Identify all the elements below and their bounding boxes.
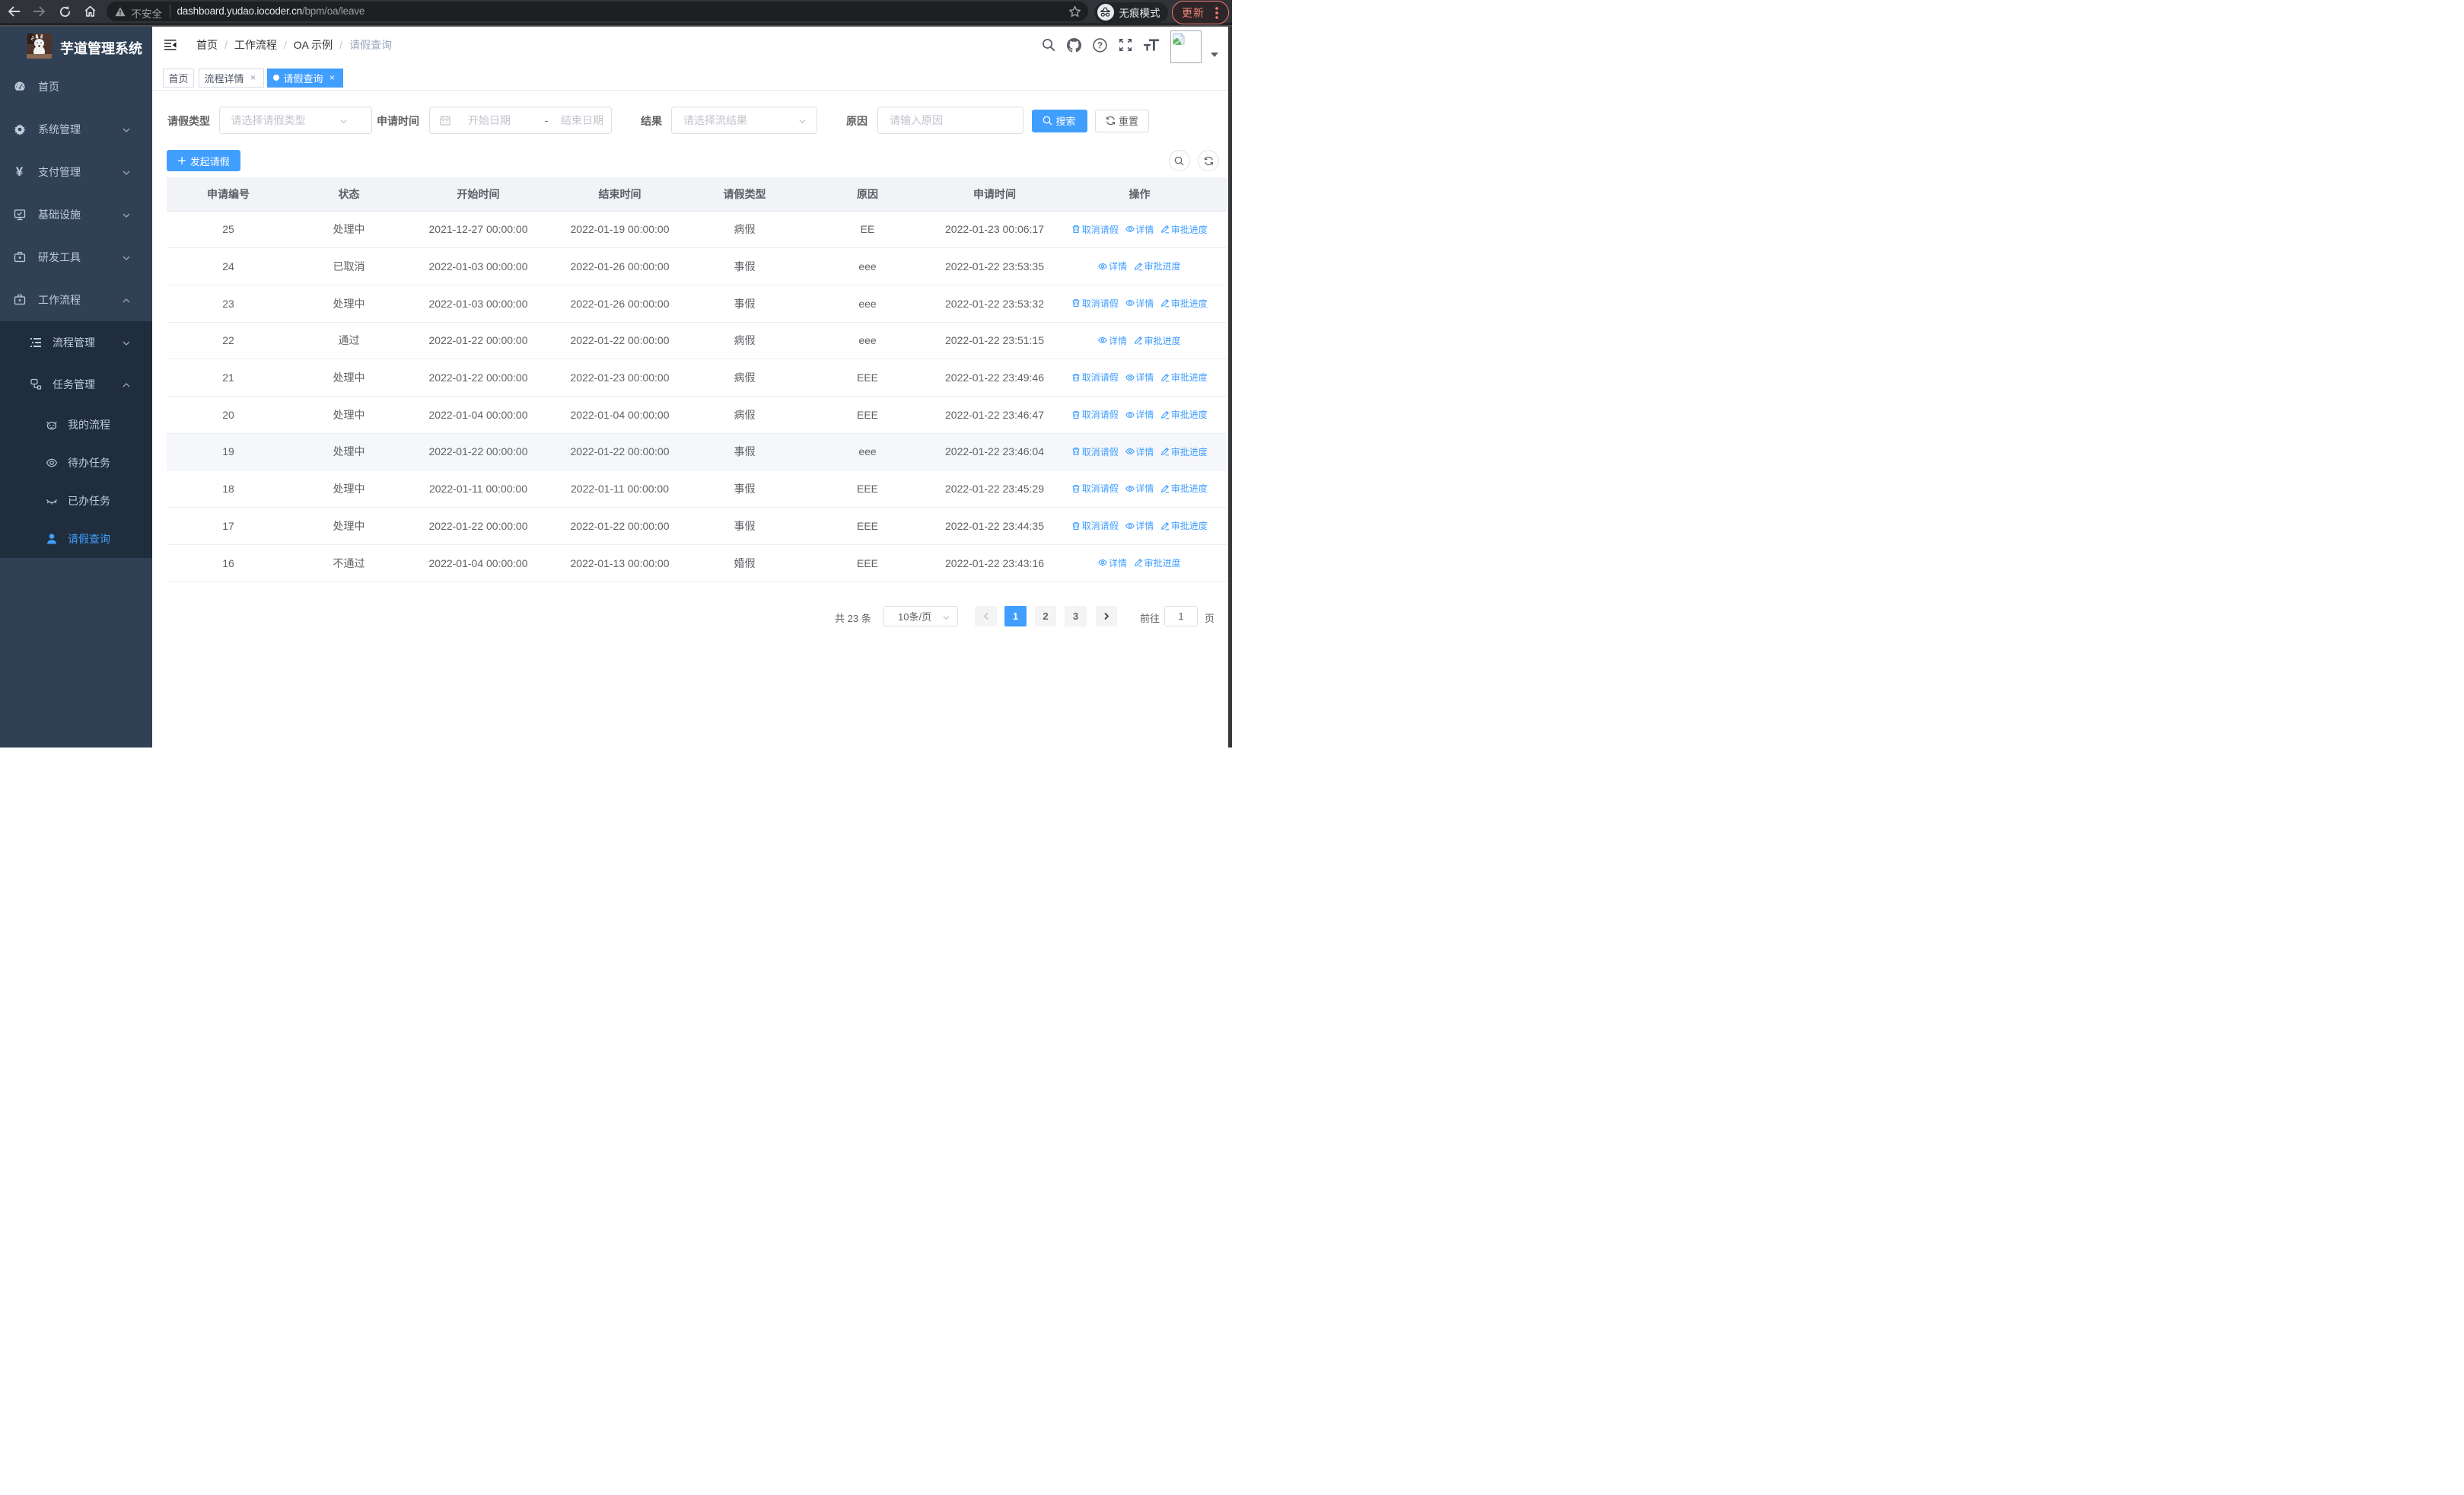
svg-text:?: ?: [1097, 41, 1103, 50]
